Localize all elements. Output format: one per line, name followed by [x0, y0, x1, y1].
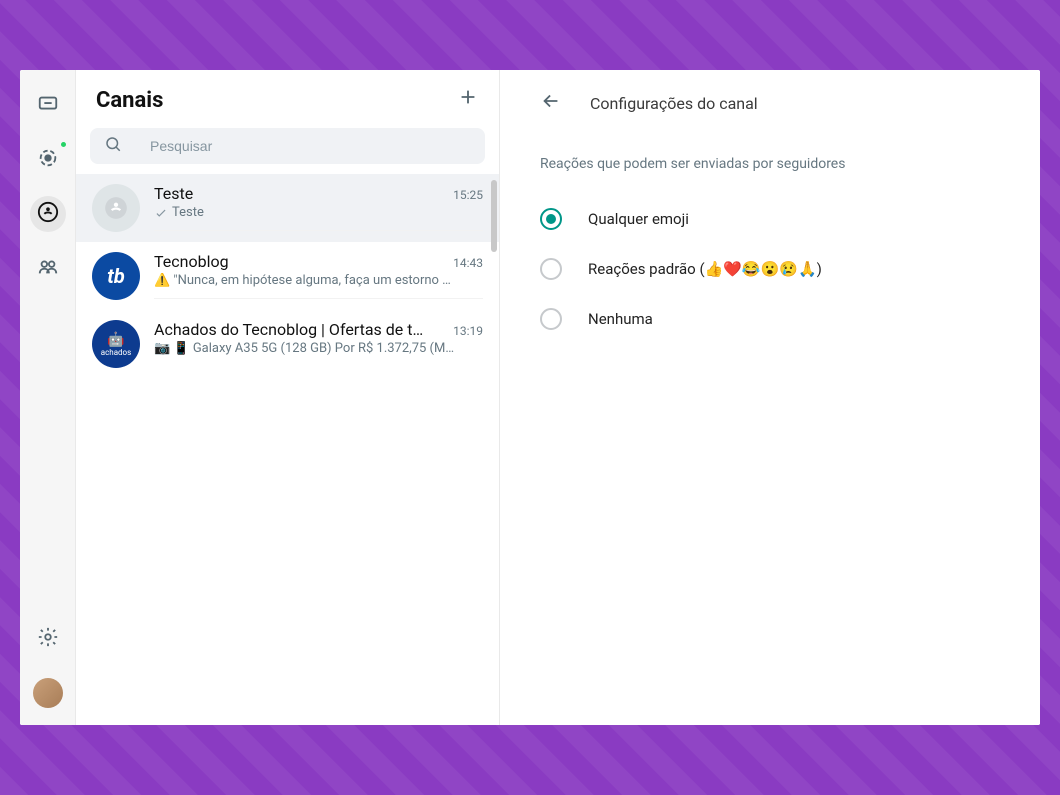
- radio-button[interactable]: [540, 258, 562, 280]
- channel-list-panel: Canais: [76, 70, 500, 725]
- settings-title: Configurações do canal: [590, 94, 758, 113]
- channel-name: Achados do Tecnoblog | Ofertas de t…: [154, 320, 423, 339]
- nav-communities[interactable]: [30, 250, 66, 286]
- channels-icon: [37, 201, 59, 227]
- app-window: Canais: [20, 70, 1040, 725]
- status-online-dot: [59, 140, 68, 149]
- radio-button[interactable]: [540, 208, 562, 230]
- channel-time: 15:25: [453, 188, 483, 202]
- nav-channels[interactable]: [30, 196, 66, 232]
- channel-avatar: 🤖 achados: [92, 320, 140, 368]
- nav-chats[interactable]: [30, 88, 66, 124]
- nav-settings[interactable]: [30, 621, 66, 657]
- channel-item-tecnoblog[interactable]: tb Tecnoblog 14:43 ⚠️ "Nunca, em hipótes…: [76, 242, 499, 310]
- channel-preview: ⚠️ "Nunca, em hipótese alguma, faça um e…: [154, 273, 451, 288]
- delivered-tick-icon: [154, 206, 168, 220]
- channel-item-teste[interactable]: Teste 15:25 Teste: [76, 174, 499, 242]
- channel-name: Tecnoblog: [154, 252, 229, 271]
- channel-time: 14:43: [453, 256, 483, 270]
- communities-icon: [37, 255, 59, 281]
- gear-icon: [37, 626, 59, 652]
- channel-search[interactable]: [90, 128, 485, 164]
- plus-icon: [457, 89, 479, 114]
- back-button[interactable]: [540, 90, 562, 116]
- radio-button[interactable]: [540, 308, 562, 330]
- channel-list-title: Canais: [96, 88, 163, 113]
- channel-avatar: [92, 184, 140, 232]
- radio-label: Reações padrão (👍❤️😂😮😢🙏): [588, 260, 822, 278]
- scrollbar-thumb[interactable]: [491, 180, 497, 252]
- channel-settings-panel: Configurações do canal Reações que podem…: [500, 70, 1040, 725]
- reaction-option-none[interactable]: Nenhuma: [540, 294, 1000, 344]
- reactions-section-label: Reações que podem ser enviadas por segui…: [540, 156, 1000, 172]
- profile-avatar: [33, 678, 63, 708]
- search-icon: [104, 135, 122, 157]
- left-navbar: [20, 70, 76, 725]
- add-channel-button[interactable]: [457, 86, 479, 114]
- channel-name: Teste: [154, 184, 193, 203]
- nav-profile[interactable]: [30, 675, 66, 711]
- channel-preview: 📷 📱 Galaxy A35 5G (128 GB) Por R$ 1.372,…: [154, 341, 454, 356]
- chat-icon: [37, 93, 59, 119]
- reaction-option-default[interactable]: Reações padrão (👍❤️😂😮😢🙏): [540, 244, 1000, 294]
- channel-list[interactable]: Teste 15:25 Teste tb: [76, 174, 499, 725]
- channel-avatar: tb: [92, 252, 140, 300]
- channel-list-header: Canais: [76, 70, 499, 124]
- reaction-option-any[interactable]: Qualquer emoji: [540, 194, 1000, 244]
- status-icon: [37, 147, 59, 173]
- radio-label: Nenhuma: [588, 310, 653, 328]
- channel-time: 13:19: [453, 324, 483, 338]
- channel-item-achados[interactable]: 🤖 achados Achados do Tecnoblog | Ofertas…: [76, 310, 499, 378]
- channel-preview: Teste: [172, 205, 204, 220]
- robot-icon: 🤖: [107, 332, 124, 348]
- arrow-left-icon: [540, 97, 562, 116]
- nav-status[interactable]: [30, 142, 66, 178]
- radio-label: Qualquer emoji: [588, 210, 689, 228]
- channel-search-input[interactable]: [150, 138, 471, 154]
